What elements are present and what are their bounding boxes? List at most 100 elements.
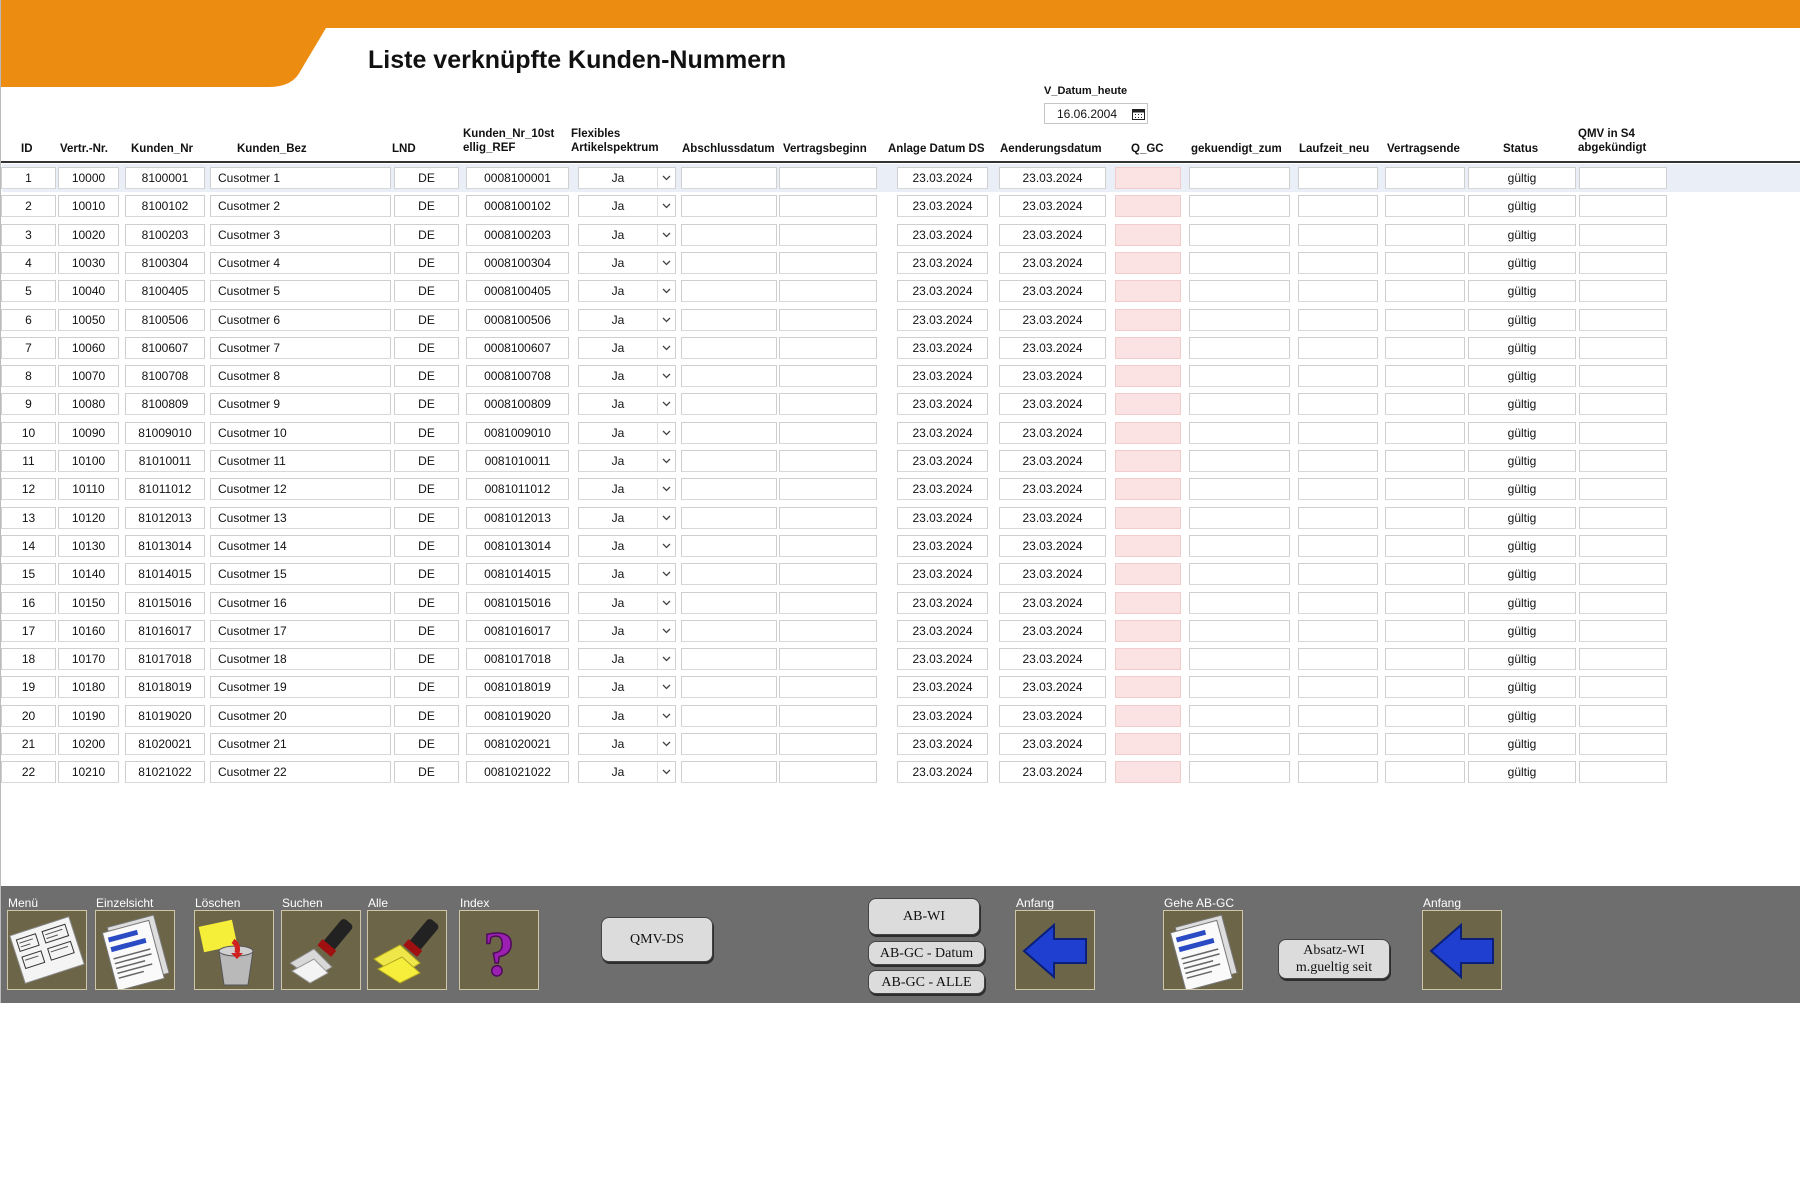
cell-kunden-nr-ref[interactable]: 0081009010 <box>466 421 569 444</box>
cell-vertragsbeginn[interactable] <box>779 733 877 755</box>
cell-abschlussdatum[interactable] <box>681 676 777 699</box>
cell-laufzeit-neu[interactable] <box>1298 761 1378 784</box>
cell-qmv-abgekuendigt[interactable] <box>1579 534 1667 557</box>
cell-qmv-abgekuendigt[interactable] <box>1579 308 1667 331</box>
cell-kunden-bez[interactable]: Cusotmer 18 <box>210 648 391 671</box>
cell-id[interactable]: 16 <box>1 591 56 614</box>
cell-kunden-bez[interactable]: Cusotmer 2 <box>210 195 391 218</box>
cell-kunden-nr-ref[interactable]: 0008100607 <box>466 336 569 359</box>
cell-vertr-nr[interactable]: 10110 <box>58 478 119 501</box>
cell-vertragsende[interactable] <box>1385 450 1465 472</box>
cell-laufzeit-neu[interactable] <box>1298 251 1378 274</box>
cell-kunden-nr[interactable]: 81010011 <box>125 450 205 472</box>
cell-q-gc[interactable] <box>1115 563 1181 586</box>
cell-gekuendigt-zum[interactable] <box>1189 308 1290 331</box>
cell-id[interactable]: 6 <box>1 308 56 331</box>
cell-vertragsbeginn[interactable] <box>779 704 877 727</box>
cell-id[interactable]: 15 <box>1 563 56 586</box>
cell-q-gc[interactable] <box>1115 421 1181 444</box>
chevron-down-icon[interactable] <box>657 281 675 302</box>
cell-q-gc[interactable] <box>1115 648 1181 671</box>
cell-vertragsende[interactable] <box>1385 761 1465 784</box>
cell-aenderungsdatum[interactable]: 23.03.2024 <box>999 450 1106 472</box>
chevron-down-icon[interactable] <box>657 394 675 415</box>
cell-abschlussdatum[interactable] <box>681 534 777 557</box>
cell-gekuendigt-zum[interactable] <box>1189 619 1290 642</box>
cell-kunden-nr[interactable]: 81016017 <box>125 619 205 642</box>
cell-vertr-nr[interactable]: 10150 <box>58 591 119 614</box>
cell-status[interactable]: gültig <box>1468 761 1576 784</box>
cell-kunden-nr-ref[interactable]: 0081014015 <box>466 563 569 586</box>
cell-qmv-abgekuendigt[interactable] <box>1579 704 1667 727</box>
cell-kunden-nr[interactable]: 81011012 <box>125 478 205 501</box>
cell-qmv-abgekuendigt[interactable] <box>1579 195 1667 218</box>
cell-kunden-nr[interactable]: 8100405 <box>125 280 205 303</box>
cell-anlage-datum[interactable]: 23.03.2024 <box>897 393 988 416</box>
cell-aenderungsdatum[interactable]: 23.03.2024 <box>999 563 1106 586</box>
cell-gekuendigt-zum[interactable] <box>1189 280 1290 303</box>
cell-anlage-datum[interactable]: 23.03.2024 <box>897 704 988 727</box>
cell-id[interactable]: 3 <box>1 223 56 246</box>
cell-kunden-bez[interactable]: Cusotmer 21 <box>210 733 391 755</box>
cell-vertragsbeginn[interactable] <box>779 534 877 557</box>
cell-lnd[interactable]: DE <box>394 336 459 359</box>
cell-status[interactable]: gültig <box>1468 506 1576 529</box>
cell-qmv-abgekuendigt[interactable] <box>1579 619 1667 642</box>
cell-vertr-nr[interactable]: 10210 <box>58 761 119 784</box>
cell-aenderungsdatum[interactable]: 23.03.2024 <box>999 591 1106 614</box>
calendar-icon[interactable] <box>1129 104 1147 123</box>
cell-gekuendigt-zum[interactable] <box>1189 195 1290 218</box>
cell-kunden-bez[interactable]: Cusotmer 13 <box>210 506 391 529</box>
table-row[interactable]: 21 10200 81020021 Cusotmer 21 DE 0081020021 Ja… <box>1 730 1800 758</box>
cell-q-gc[interactable] <box>1115 223 1181 246</box>
flexibles-select[interactable]: Ja <box>578 648 676 671</box>
table-row[interactable]: 8 10070 8100708 Cusotmer 8 DE 0008100708 Ja 23.… <box>1 362 1800 390</box>
chevron-down-icon[interactable] <box>657 224 675 245</box>
chevron-down-icon[interactable] <box>657 762 675 783</box>
cell-qmv-abgekuendigt[interactable] <box>1579 450 1667 472</box>
cell-qmv-abgekuendigt[interactable] <box>1579 733 1667 755</box>
cell-vertr-nr[interactable]: 10080 <box>58 393 119 416</box>
table-row[interactable]: 18 10170 81017018 Cusotmer 18 DE 0081017018 Ja… <box>1 645 1800 673</box>
cell-kunden-bez[interactable]: Cusotmer 4 <box>210 251 391 274</box>
cell-lnd[interactable]: DE <box>394 223 459 246</box>
cell-laufzeit-neu[interactable] <box>1298 393 1378 416</box>
cell-vertragsende[interactable] <box>1385 195 1465 218</box>
cell-anlage-datum[interactable]: 23.03.2024 <box>897 167 988 189</box>
cell-lnd[interactable]: DE <box>394 506 459 529</box>
cell-kunden-nr-ref[interactable]: 0081012013 <box>466 506 569 529</box>
cell-status[interactable]: gültig <box>1468 563 1576 586</box>
cell-vertragsende[interactable] <box>1385 534 1465 557</box>
cell-kunden-bez[interactable]: Cusotmer 12 <box>210 478 391 501</box>
cell-gekuendigt-zum[interactable] <box>1189 167 1290 189</box>
cell-vertragsbeginn[interactable] <box>779 223 877 246</box>
flexibles-select[interactable]: Ja <box>578 336 676 359</box>
cell-lnd[interactable]: DE <box>394 308 459 331</box>
cell-abschlussdatum[interactable] <box>681 506 777 529</box>
flexibles-select[interactable]: Ja <box>578 676 676 699</box>
chevron-down-icon[interactable] <box>657 252 675 273</box>
cell-vertragsende[interactable] <box>1385 223 1465 246</box>
flexibles-select[interactable]: Ja <box>578 478 676 501</box>
cell-abschlussdatum[interactable] <box>681 365 777 388</box>
cell-q-gc[interactable] <box>1115 478 1181 501</box>
cell-vertr-nr[interactable]: 10100 <box>58 450 119 472</box>
cell-id[interactable]: 10 <box>1 421 56 444</box>
table-row[interactable]: 22 10210 81021022 Cusotmer 22 DE 0081021022 Ja… <box>1 758 1800 786</box>
cell-kunden-nr-ref[interactable]: 0081018019 <box>466 676 569 699</box>
cell-kunden-nr[interactable]: 81021022 <box>125 761 205 784</box>
cell-aenderungsdatum[interactable]: 23.03.2024 <box>999 421 1106 444</box>
chevron-down-icon[interactable] <box>657 677 675 698</box>
cell-gekuendigt-zum[interactable] <box>1189 591 1290 614</box>
cell-aenderungsdatum[interactable]: 23.03.2024 <box>999 534 1106 557</box>
cell-kunden-nr[interactable]: 8100001 <box>125 167 205 189</box>
cell-anlage-datum[interactable]: 23.03.2024 <box>897 534 988 557</box>
cell-q-gc[interactable] <box>1115 676 1181 699</box>
cell-gekuendigt-zum[interactable] <box>1189 336 1290 359</box>
cell-anlage-datum[interactable]: 23.03.2024 <box>897 676 988 699</box>
cell-status[interactable]: gültig <box>1468 365 1576 388</box>
cell-abschlussdatum[interactable] <box>681 619 777 642</box>
cell-vertr-nr[interactable]: 10070 <box>58 365 119 388</box>
flexibles-select[interactable]: Ja <box>578 308 676 331</box>
cell-lnd[interactable]: DE <box>394 478 459 501</box>
